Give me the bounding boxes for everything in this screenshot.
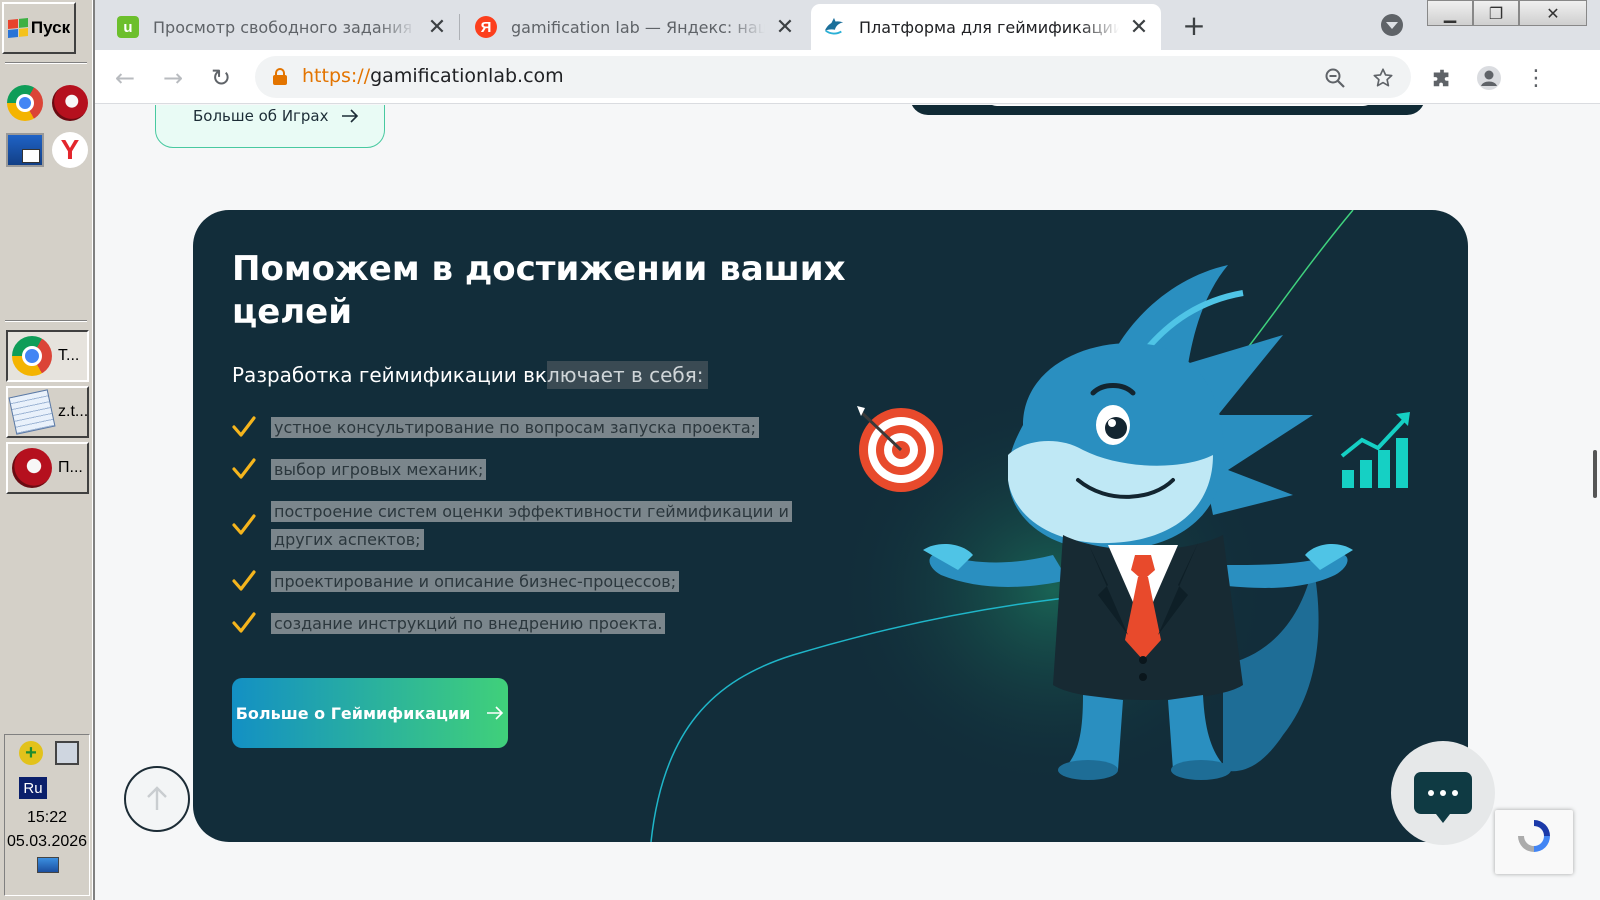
quicklaunch-desktop[interactable] xyxy=(5,130,45,170)
quicklaunch-yandex[interactable]: Y xyxy=(50,130,90,170)
close-icon[interactable]: ✕ xyxy=(1129,15,1149,40)
chrome-icon xyxy=(12,336,52,376)
list-item: выбор игровых механик; xyxy=(232,456,792,484)
quicklaunch-opera[interactable] xyxy=(50,83,90,123)
taskbar: Пуск Y Т... z.t... П... + Ru 15:22 05.03… xyxy=(0,0,95,900)
more-games-label: Больше об Играх xyxy=(193,107,329,125)
tab-divider xyxy=(459,14,460,40)
language-indicator[interactable]: Ru xyxy=(19,777,47,799)
list-item: создание инструкций по внедрению проекта… xyxy=(232,610,792,638)
services-list: устное консультирование по вопросам запу… xyxy=(232,414,792,652)
shark-favicon-icon xyxy=(823,16,845,38)
menu-kebab-icon[interactable]: ⋮ xyxy=(1523,65,1549,91)
lock-icon[interactable] xyxy=(273,68,287,85)
tab-gamification-platform[interactable]: Платформа для геймификации и в ✕ xyxy=(811,4,1161,50)
more-gamification-button[interactable]: Больше о Геймификации xyxy=(232,678,508,748)
gamification-services-card: Поможем в достижении ваших целей Разрабо… xyxy=(193,210,1468,842)
address-bar[interactable]: https://gamificationlab.com xyxy=(255,56,1411,98)
task-notepad[interactable]: z.t... xyxy=(6,386,89,438)
recaptcha-badge[interactable] xyxy=(1495,810,1573,874)
url-text[interactable]: https://gamificationlab.com xyxy=(302,65,564,87)
checkmark-icon xyxy=(232,570,256,591)
start-label: Пуск xyxy=(30,18,71,37)
quicklaunch-chrome[interactable] xyxy=(5,83,45,123)
tab-task-view[interactable]: u Просмотр свободного задания - В ✕ xyxy=(105,4,459,50)
games-card: Больше об Играх xyxy=(155,105,385,148)
chat-icon xyxy=(1414,772,1472,823)
task-opera[interactable]: П... xyxy=(6,442,89,494)
checkmark-icon xyxy=(232,458,256,479)
recaptcha-icon xyxy=(1518,820,1550,852)
tab-title: Просмотр свободного задания - В xyxy=(153,17,417,37)
list-item: построение систем оценки эффективности г… xyxy=(232,498,792,554)
taskbar-separator xyxy=(5,62,87,64)
close-icon[interactable]: ✕ xyxy=(775,15,795,40)
bookmark-star-icon[interactable] xyxy=(1371,66,1395,90)
tab-title: gamification lab — Яндекс: нашёлс xyxy=(511,17,765,37)
checkmark-icon xyxy=(232,514,256,535)
chat-widget-button[interactable] xyxy=(1391,741,1495,845)
chrome-icon xyxy=(7,85,43,121)
tab-strip: u Просмотр свободного задания - В ✕ Я ga… xyxy=(95,0,1600,50)
notepad-icon xyxy=(8,389,56,435)
page-viewport: Больше об Играх Поможем в достижении ваш… xyxy=(95,105,1600,900)
add-icon[interactable]: + xyxy=(19,741,43,765)
network-icon[interactable] xyxy=(55,741,79,765)
tab-search-icon[interactable] xyxy=(1381,14,1403,36)
forward-button[interactable]: → xyxy=(157,62,189,94)
arrow-right-icon xyxy=(341,109,358,123)
close-window-button[interactable]: ✕ xyxy=(1519,0,1587,26)
arrow-up-icon xyxy=(147,786,167,810)
yandex-favicon-icon: Я xyxy=(475,16,497,38)
browser-toolbar: ← → ↻ https://gamificationlab.com ⋮ xyxy=(95,50,1600,104)
cta-label: Больше о Геймификации xyxy=(235,703,471,723)
system-tray: + Ru 15:22 05.03.2026 xyxy=(4,734,90,896)
profile-avatar-icon[interactable] xyxy=(1476,65,1502,91)
zoom-icon[interactable] xyxy=(1323,66,1347,90)
task-label: z.t... xyxy=(58,403,89,420)
new-tab-button[interactable]: + xyxy=(1179,9,1209,42)
reload-button[interactable]: ↻ xyxy=(205,62,237,94)
close-icon[interactable]: ✕ xyxy=(427,15,447,40)
checkmark-icon xyxy=(232,612,256,633)
shark-mascot-illustration xyxy=(923,265,1353,780)
start-button[interactable]: Пуск xyxy=(2,2,76,54)
tab-yandex-search[interactable]: Я gamification lab — Яндекс: нашёлс ✕ xyxy=(463,4,807,50)
more-games-link[interactable]: Больше об Играх xyxy=(193,107,359,125)
upwork-favicon-icon: u xyxy=(117,16,139,38)
monitor-icon xyxy=(6,133,44,167)
checkmark-icon xyxy=(232,416,256,437)
card-title: Поможем в достижении ваших целей xyxy=(232,249,846,332)
scrollbar-thumb[interactable] xyxy=(1593,450,1597,498)
clock-time: 15:22 xyxy=(26,809,68,826)
minimize-button[interactable]: ▁ xyxy=(1427,0,1473,26)
list-item: проектирование и описание бизнес-процесс… xyxy=(232,568,792,596)
opera-icon xyxy=(12,448,52,488)
scroll-to-top-button[interactable] xyxy=(124,766,190,832)
task-label: Т... xyxy=(58,347,80,364)
dark-banner-edge xyxy=(910,105,1425,115)
restore-button[interactable]: ❐ xyxy=(1473,0,1519,26)
opera-icon xyxy=(52,85,88,121)
arrow-right-icon xyxy=(487,706,504,720)
back-button[interactable]: ← xyxy=(109,62,141,94)
task-chrome[interactable]: Т... xyxy=(6,330,89,382)
browser-window: u Просмотр свободного задания - В ✕ Я ga… xyxy=(95,0,1600,900)
task-label: П... xyxy=(58,459,83,476)
taskbar-separator xyxy=(5,320,87,322)
windows-flag-icon xyxy=(7,17,28,39)
tab-title: Платформа для геймификации и в xyxy=(859,17,1119,37)
yandex-icon: Y xyxy=(52,132,88,168)
clock-date: 05.03.2026 xyxy=(6,833,88,850)
card-lead: Разработка геймификации включает в себя: xyxy=(232,361,708,389)
extensions-icon[interactable] xyxy=(1429,65,1455,91)
list-item: устное консультирование по вопросам запу… xyxy=(232,414,792,442)
show-desktop-icon[interactable] xyxy=(37,857,59,873)
